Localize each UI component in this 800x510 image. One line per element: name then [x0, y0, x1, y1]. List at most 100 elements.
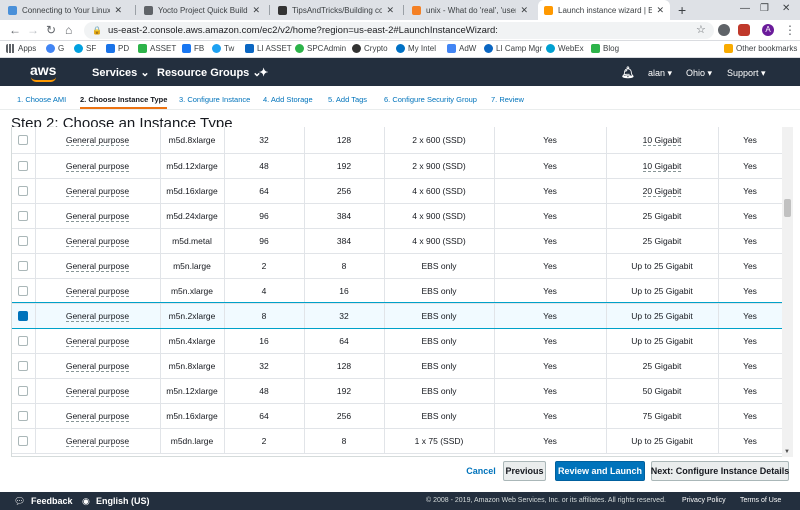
- other-bookmarks[interactable]: Other bookmarks: [724, 44, 797, 53]
- row-checkbox[interactable]: [18, 235, 29, 246]
- row-checkbox[interactable]: [18, 260, 29, 271]
- bookmark-item[interactable]: ASSET: [138, 44, 176, 53]
- home-icon[interactable]: ⌂: [65, 23, 72, 37]
- table-row[interactable]: General purpose m5d.12xlarge 48 192 2 x 900 …: [12, 153, 783, 179]
- feedback-link[interactable]: Feedback: [31, 496, 73, 506]
- table-scrollbar[interactable]: ▼: [782, 127, 793, 457]
- bookmark-item[interactable]: PD: [106, 44, 129, 53]
- row-checkbox[interactable]: [18, 210, 29, 221]
- table-row[interactable]: General purpose m5n.12xlarge 48 192 EBS only…: [12, 378, 783, 404]
- browser-tab[interactable]: TipsAndTricks/Building core-im ✕: [272, 0, 400, 20]
- row-checkbox[interactable]: [18, 135, 29, 146]
- close-tab-icon[interactable]: ✕: [252, 5, 260, 16]
- browser-tab[interactable]: Yocto Project Quick Build ✕: [138, 0, 266, 20]
- review-and-launch-button[interactable]: Review and Launch: [555, 461, 645, 481]
- bookmark-item[interactable]: Crypto: [352, 44, 388, 53]
- row-checkbox[interactable]: [18, 160, 29, 171]
- bookmark-label: WebEx: [558, 44, 584, 53]
- maximize-icon[interactable]: ❐: [760, 3, 769, 14]
- menu-icon[interactable]: ⋮: [784, 23, 796, 37]
- bookmark-item[interactable]: SF: [74, 44, 96, 53]
- bookmark-item[interactable]: WebEx: [546, 44, 584, 53]
- bookmark-item[interactable]: G: [46, 44, 64, 53]
- table-row[interactable]: General purpose m5n.4xlarge 16 64 EBS only Ye…: [12, 328, 783, 354]
- star-icon[interactable]: ☆: [696, 23, 706, 36]
- table-row[interactable]: General purpose m5d.metal 96 384 4 x 900 (SS…: [12, 228, 783, 254]
- forward-icon[interactable]: →: [27, 23, 39, 37]
- table-row[interactable]: General purpose m5d.8xlarge 32 128 2 x 600 (…: [12, 127, 783, 154]
- browser-tab[interactable]: Connecting to Your Linux Insta ✕: [2, 0, 128, 20]
- bell-icon[interactable]: 🔔︎: [621, 66, 635, 79]
- back-icon[interactable]: ←: [9, 23, 21, 37]
- step-add-storage[interactable]: 4. Add Storage: [263, 95, 313, 104]
- close-tab-icon[interactable]: ✕: [386, 5, 394, 16]
- table-row[interactable]: General purpose m5n.xlarge 4 16 EBS only Yes U…: [12, 278, 783, 304]
- previous-button[interactable]: Previous: [503, 461, 546, 481]
- step-review[interactable]: 7. Review: [491, 95, 524, 104]
- instance-family-cell: General purpose: [35, 153, 161, 179]
- table-row[interactable]: General purpose m5n.16xlarge 64 256 EBS only…: [12, 403, 783, 429]
- folder-icon: [724, 44, 733, 53]
- row-checkbox[interactable]: [18, 410, 29, 421]
- language-selector[interactable]: English (US): [96, 496, 150, 506]
- row-checkbox[interactable]: [18, 360, 29, 371]
- ipv6-cell: Yes: [718, 278, 783, 304]
- step-add-tags[interactable]: 5. Add Tags: [328, 95, 367, 104]
- step-choose-instance-type[interactable]: 2. Choose Instance Type: [80, 95, 168, 109]
- step-choose-ami[interactable]: 1. Choose AMI: [17, 95, 66, 104]
- close-window-icon[interactable]: ✕: [782, 3, 790, 14]
- privacy-policy-link[interactable]: Privacy Policy: [682, 497, 726, 504]
- close-tab-icon[interactable]: ✕: [114, 5, 122, 16]
- reload-icon[interactable]: ↻: [46, 23, 56, 37]
- close-tab-icon[interactable]: ✕: [656, 5, 664, 16]
- minimize-icon[interactable]: —: [740, 3, 750, 14]
- bookmark-item[interactable]: Tw: [212, 44, 234, 53]
- terms-of-use-link[interactable]: Terms of Use: [740, 497, 781, 504]
- row-checkbox[interactable]: [18, 285, 29, 296]
- bookmark-apps[interactable]: Apps: [6, 44, 36, 53]
- bookmark-item[interactable]: Blog: [591, 44, 619, 53]
- bookmark-item[interactable]: LI ASSET: [245, 44, 292, 53]
- bookmark-item[interactable]: AdW: [447, 44, 476, 53]
- feedback-icon[interactable]: 💬︎: [14, 496, 25, 507]
- region-menu[interactable]: Ohio ▾: [686, 68, 712, 79]
- bookmark-item[interactable]: FB: [182, 44, 204, 53]
- browser-tab-active[interactable]: Launch instance wizard | EC2 M ✕: [538, 0, 670, 20]
- aws-logo[interactable]: aws: [30, 62, 56, 78]
- address-bar[interactable]: 🔒 us-east-2.console.aws.amazon.com/ec2/v…: [84, 22, 714, 39]
- table-row[interactable]: General purpose m5n.8xlarge 32 128 EBS only Y…: [12, 353, 783, 379]
- bookmark-item[interactable]: LI Camp Mgr: [484, 44, 542, 53]
- new-tab-button[interactable]: +: [678, 2, 686, 18]
- tab-title: unix - What do 'real', 'user' an: [426, 5, 516, 15]
- table-row[interactable]: General purpose m5n.2xlarge 8 32 EBS only Yes…: [12, 302, 783, 329]
- row-select-cell: [12, 127, 36, 154]
- profile-avatar[interactable]: A: [762, 24, 774, 36]
- step-configure-instance[interactable]: 3. Configure Instance: [179, 95, 250, 104]
- cancel-button[interactable]: Cancel: [462, 461, 500, 481]
- extension-icon[interactable]: [718, 24, 730, 36]
- bookmark-item[interactable]: My Intel: [396, 44, 436, 53]
- table-row[interactable]: General purpose m5dn.large 2 8 1 x 75 (SSD) Y…: [12, 428, 783, 454]
- services-menu[interactable]: Services ⌄: [92, 66, 150, 79]
- next-configure-instance-button[interactable]: Next: Configure Instance Details: [651, 461, 789, 481]
- ebs-optimized-cell: Yes: [494, 428, 607, 454]
- row-checkbox[interactable]: [18, 310, 29, 321]
- support-menu[interactable]: Support ▾: [727, 68, 766, 79]
- step-configure-security-group[interactable]: 6. Configure Security Group: [384, 95, 477, 104]
- user-menu[interactable]: alan ▾: [648, 68, 672, 79]
- row-checkbox[interactable]: [18, 435, 29, 446]
- row-checkbox[interactable]: [18, 385, 29, 396]
- row-checkbox[interactable]: [18, 185, 29, 196]
- scroll-down-icon[interactable]: ▼: [784, 449, 790, 455]
- bookmark-item[interactable]: SPCAdmin: [295, 44, 346, 53]
- browser-tab[interactable]: unix - What do 'real', 'user' an ✕: [406, 0, 534, 20]
- resource-groups-menu[interactable]: Resource Groups ⌄: [157, 66, 262, 79]
- close-tab-icon[interactable]: ✕: [520, 5, 528, 16]
- row-checkbox[interactable]: [18, 335, 29, 346]
- extension-icon[interactable]: [738, 24, 750, 36]
- table-row[interactable]: General purpose m5n.large 2 8 EBS only Yes Up …: [12, 253, 783, 279]
- scrollbar-thumb[interactable]: [784, 199, 791, 217]
- table-row[interactable]: General purpose m5d.24xlarge 96 384 4 x 900 …: [12, 203, 783, 229]
- pin-icon[interactable]: ✦: [259, 66, 268, 79]
- table-row[interactable]: General purpose m5d.16xlarge 64 256 4 x 600 …: [12, 178, 783, 204]
